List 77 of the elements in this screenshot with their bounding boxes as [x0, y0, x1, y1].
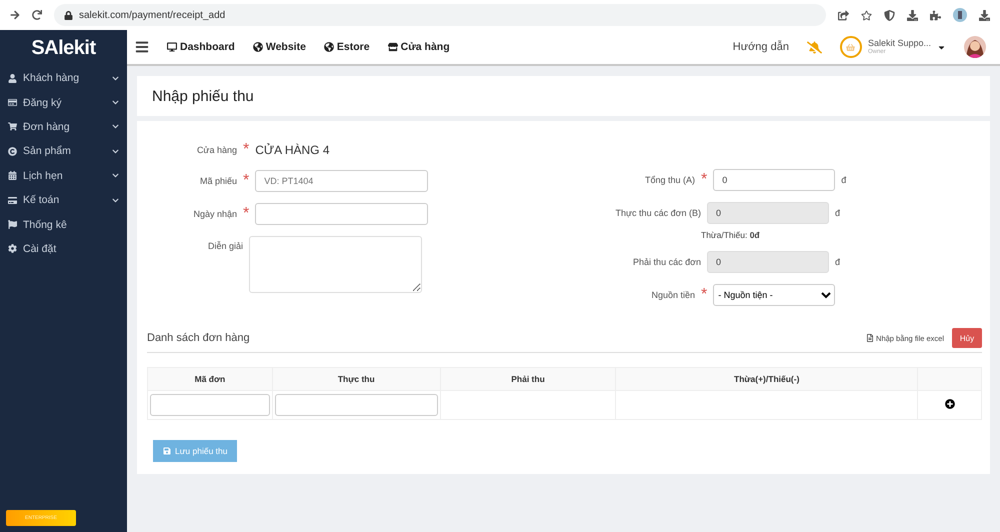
- sidebar-item[interactable]: Lịch hẹn: [23, 170, 106, 182]
- field-label: Diễn giải: [206, 240, 243, 251]
- required-mark: *: [701, 286, 708, 304]
- required-mark: *: [243, 141, 250, 159]
- currency-unit: đ: [835, 208, 840, 218]
- logo[interactable]: SAlekit: [0, 30, 127, 66]
- section-title: Danh sách đơn hàng: [147, 332, 251, 344]
- help-link[interactable]: Hướng dẫn: [732, 41, 789, 53]
- address-bar[interactable]: salekit.com/payment/receipt_add: [54, 4, 826, 26]
- sidebar-item[interactable]: Kế toán: [23, 194, 106, 206]
- settings-icon: [8, 244, 17, 254]
- store-icon: [388, 42, 398, 52]
- column-header: Thực thu: [272, 368, 440, 390]
- sidebar-item[interactable]: Đăng ký: [23, 96, 106, 109]
- column-header: Mã đơn: [148, 368, 272, 390]
- save-icon: [163, 447, 171, 455]
- basket-icon: [846, 42, 856, 52]
- extensions-icon: [930, 10, 941, 20]
- sidebar-item[interactable]: Đơn hàng: [23, 120, 106, 133]
- user-name: Salekit Suppo...: [868, 39, 931, 48]
- page-title: Nhập phiếu thu: [152, 88, 254, 104]
- cancel-button[interactable]: Hủy: [952, 328, 982, 348]
- input-field[interactable]: [255, 203, 428, 225]
- input-field[interactable]: [150, 394, 270, 416]
- input-field[interactable]: [274, 394, 438, 416]
- flag-icon: [8, 220, 17, 230]
- credit-card-icon: [8, 196, 17, 205]
- select-field[interactable]: - Nguồn tiện -: [713, 284, 836, 306]
- required-mark: *: [701, 171, 708, 189]
- download-icon: [979, 10, 990, 20]
- text-area[interactable]: [249, 236, 422, 293]
- field-label: Nguồn tiền: [650, 290, 695, 300]
- field-label: Thực thu các đơn (B): [614, 208, 701, 218]
- field-label: Phải thu các đơn: [632, 257, 701, 267]
- share-icon: [838, 10, 849, 20]
- bell-off-icon: [806, 40, 822, 54]
- sidebar-item[interactable]: Cài đặt: [23, 242, 119, 255]
- download-icon: [907, 10, 918, 20]
- field-label: Cửa hàng: [196, 145, 237, 155]
- card-icon: [8, 98, 17, 108]
- monitor-icon: [167, 42, 177, 52]
- forward-icon: [10, 10, 20, 20]
- star-icon: [861, 10, 872, 20]
- reload-icon: [32, 10, 42, 20]
- balance-text: Thừa/Thiếu: 0đ: [701, 230, 761, 240]
- input-field[interactable]: 0: [707, 202, 829, 224]
- input-field[interactable]: VD: PT1404: [255, 170, 428, 192]
- nav-link[interactable]: Cửa hàng: [388, 41, 450, 53]
- sidebar-item[interactable]: Thống kê: [23, 218, 119, 231]
- file-icon: [866, 334, 874, 342]
- required-mark: *: [243, 205, 250, 223]
- column-header: Thừa(+)/Thiếu(-): [616, 368, 918, 390]
- globe-icon: [252, 42, 263, 52]
- store-avatar[interactable]: [840, 36, 862, 58]
- input-field[interactable]: 0: [713, 169, 836, 191]
- currency-unit: đ: [841, 175, 846, 185]
- field-label: Mã phiếu: [198, 176, 237, 186]
- required-mark: *: [243, 172, 250, 190]
- sidebar-item[interactable]: Khách hàng: [23, 72, 106, 84]
- nav-link[interactable]: Estore: [324, 41, 370, 53]
- currency-unit: đ: [835, 257, 840, 267]
- nav-link[interactable]: Website: [252, 41, 306, 53]
- lock-icon: [64, 10, 73, 20]
- user-icon: [8, 74, 17, 83]
- field-label: Ngày nhận: [192, 209, 237, 219]
- calendar-icon: [8, 171, 17, 180]
- add-icon[interactable]: [944, 399, 955, 409]
- cart-icon: [8, 122, 17, 132]
- globe-icon: [324, 42, 334, 52]
- column-header: Phải thu: [440, 368, 616, 390]
- field-label: Tổng thu (A): [644, 175, 695, 185]
- nav-link[interactable]: Dashboard: [167, 41, 235, 53]
- sidebar-item[interactable]: Sản phẩm: [23, 145, 106, 158]
- menu-icon: [135, 40, 149, 54]
- store-name: CỬA HÀNG 4: [255, 143, 330, 157]
- input-field[interactable]: 0: [707, 251, 829, 273]
- shield-icon: [884, 10, 895, 20]
